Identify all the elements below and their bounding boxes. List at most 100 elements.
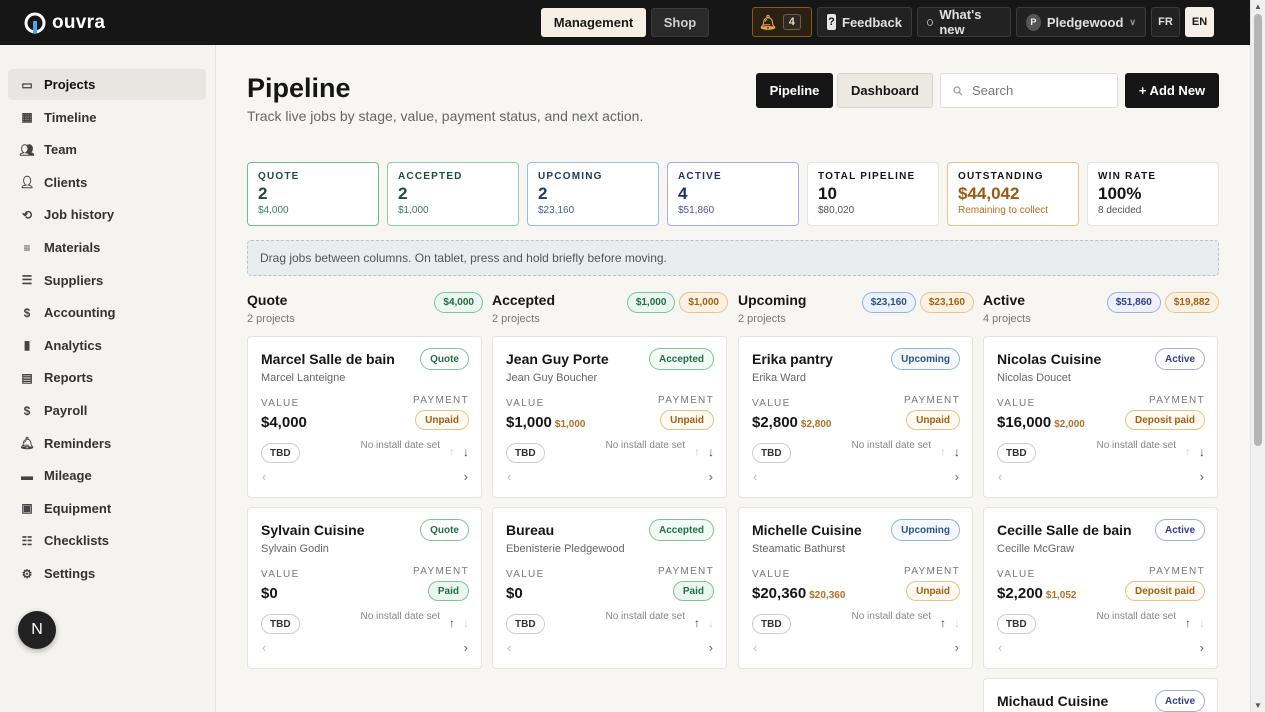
arrow-down-icon[interactable]: ↓ xyxy=(954,445,960,459)
sidebar-item-timeline[interactable]: ▦ Timeline xyxy=(8,102,206,133)
arrow-down-icon[interactable]: ↓ xyxy=(1199,616,1205,630)
arrow-down-icon[interactable]: ↓ xyxy=(954,616,960,630)
chevron-left-icon[interactable]: ‹ xyxy=(262,640,266,655)
job-card[interactable]: Bureau Accepted Ebenisterie Pledgewood VALU… xyxy=(492,507,727,669)
chevron-left-icon[interactable]: ‹ xyxy=(262,469,266,484)
arrow-down-icon[interactable]: ↓ xyxy=(463,445,469,459)
arrow-up-icon[interactable]: ↑ xyxy=(1185,445,1191,459)
user-avatar-button[interactable]: N xyxy=(18,611,56,649)
arrow-up-icon[interactable]: ↑ xyxy=(694,616,700,630)
job-card[interactable]: Jean Guy Porte Accepted Jean Guy Boucher VA… xyxy=(492,336,727,498)
sidebar-item-equipment[interactable]: ▣ Equipment xyxy=(8,493,206,524)
search-input[interactable]: Search xyxy=(940,73,1118,108)
sidebar-item-mileage[interactable]: ▬ Mileage xyxy=(8,460,206,491)
chevron-right-icon[interactable]: › xyxy=(709,640,713,655)
scrollbar-thumb[interactable] xyxy=(1254,14,1262,446)
payment-status-badge[interactable]: Deposit paid xyxy=(1124,410,1205,430)
chevron-right-icon[interactable]: › xyxy=(955,640,959,655)
job-card[interactable]: Sylvain Cuisine Quote Sylvain Godin VALUE PA… xyxy=(247,507,482,669)
install-date-tbd-badge[interactable]: TBD xyxy=(506,443,545,463)
job-card[interactable]: Michelle Cuisine Upcoming Steamatic Bathur… xyxy=(738,507,973,669)
sidebar-item-analytics[interactable]: ▮ Analytics xyxy=(8,330,206,361)
stat-card-total-pipeline[interactable]: TOTAL PIPELINE 10 $80,020 xyxy=(807,162,939,226)
management-tab[interactable]: Management xyxy=(541,8,646,37)
install-date-tbd-badge[interactable]: TBD xyxy=(997,614,1036,634)
sidebar-item-accounting[interactable]: $ Accounting xyxy=(8,297,206,328)
install-date-tbd-badge[interactable]: TBD xyxy=(752,614,791,634)
stat-card-upcoming[interactable]: UPCOMING 2 $23,160 xyxy=(527,162,659,226)
sidebar-item-materials[interactable]: ≡ Materials xyxy=(8,232,206,263)
lang-en-button[interactable]: EN xyxy=(1185,7,1214,37)
job-outstanding-amount: $20,360 xyxy=(809,590,846,601)
org-switcher[interactable]: P Pledgewood ∨ xyxy=(1016,7,1146,37)
sidebar-item-payroll[interactable]: $ Payroll xyxy=(8,395,206,426)
chevron-left-icon[interactable]: ‹ xyxy=(753,469,757,484)
sidebar-item-checklists[interactable]: ☷ Checklists xyxy=(8,525,206,556)
chevron-right-icon[interactable]: › xyxy=(1200,640,1204,655)
chevron-right-icon[interactable]: › xyxy=(955,469,959,484)
install-date-tbd-badge[interactable]: TBD xyxy=(752,443,791,463)
stat-card-quote[interactable]: QUOTE 2 $4,000 xyxy=(247,162,379,226)
sidebar-item-team[interactable]: 👥︎ Team xyxy=(8,134,206,165)
job-card[interactable]: Cecille Salle de bain Active Cecille McGra… xyxy=(983,507,1218,669)
install-date-tbd-badge[interactable]: TBD xyxy=(261,614,300,634)
brand-logo[interactable]: ouvra xyxy=(24,12,105,34)
arrow-up-icon[interactable]: ↑ xyxy=(449,616,455,630)
payment-status-badge[interactable]: Unpaid xyxy=(660,410,714,430)
payment-status-badge[interactable]: Paid xyxy=(672,581,714,601)
install-date-tbd-badge[interactable]: TBD xyxy=(997,443,1036,463)
arrow-down-icon[interactable]: ↓ xyxy=(708,445,714,459)
payment-status-badge[interactable]: Unpaid xyxy=(906,581,960,601)
sidebar-item-job-history[interactable]: ⟲ Job history xyxy=(8,199,206,230)
chevron-left-icon[interactable]: ‹ xyxy=(998,640,1002,655)
stat-card-outstanding[interactable]: OUTSTANDING $44,042 Remaining to collect xyxy=(947,162,1079,226)
job-card[interactable]: Erika pantry Upcoming Erika Ward VALUE PAYME… xyxy=(738,336,973,498)
chevron-right-icon[interactable]: › xyxy=(464,469,468,484)
arrow-up-icon[interactable]: ↑ xyxy=(449,445,455,459)
arrow-down-icon[interactable]: ↓ xyxy=(1199,445,1205,459)
sidebar-item-suppliers[interactable]: ☰ Suppliers xyxy=(8,265,206,296)
shop-tab[interactable]: Shop xyxy=(651,8,709,37)
sidebar-item-settings[interactable]: ⚙ Settings xyxy=(8,558,206,589)
stat-card-active[interactable]: ACTIVE 4 $51,860 xyxy=(667,162,799,226)
job-value-amount: $20,360 xyxy=(752,585,807,602)
sidebar-item-reports[interactable]: ▤ Reports xyxy=(8,362,206,393)
vertical-scrollbar[interactable]: ▲ ▼ xyxy=(1250,0,1265,712)
job-card[interactable]: Michaud Cuisine Active xyxy=(983,678,1218,712)
chevron-left-icon[interactable]: ‹ xyxy=(998,469,1002,484)
stat-card-win-rate[interactable]: WIN RATE 100% 8 decided xyxy=(1087,162,1219,226)
chevron-left-icon[interactable]: ‹ xyxy=(507,640,511,655)
arrow-up-icon[interactable]: ↑ xyxy=(694,445,700,459)
stat-card-accepted[interactable]: ACCEPTED 2 $1,000 xyxy=(387,162,519,226)
arrow-down-icon[interactable]: ↓ xyxy=(708,616,714,630)
dashboard-view-button[interactable]: Dashboard xyxy=(837,73,933,108)
payment-status-badge[interactable]: Unpaid xyxy=(415,410,469,430)
sidebar-item-projects[interactable]: ▭ Projects xyxy=(8,69,206,100)
job-card[interactable]: Marcel Salle de bain Quote Marcel Lanteign… xyxy=(247,336,482,498)
install-date-tbd-badge[interactable]: TBD xyxy=(506,614,545,634)
arrow-up-icon[interactable]: ↑ xyxy=(1185,616,1191,630)
feedback-button[interactable]: ? Feedback xyxy=(817,7,912,37)
sidebar-item-clients[interactable]: 👤︎ Clients xyxy=(8,167,206,198)
arrow-up-icon[interactable]: ↑ xyxy=(940,616,946,630)
pipeline-view-button[interactable]: Pipeline xyxy=(756,73,833,108)
scroll-up-icon[interactable]: ▲ xyxy=(1254,2,1262,11)
scroll-down-icon[interactable]: ▼ xyxy=(1254,701,1262,710)
chevron-right-icon[interactable]: › xyxy=(464,640,468,655)
add-new-button[interactable]: + Add New xyxy=(1125,73,1219,108)
lang-fr-button[interactable]: FR xyxy=(1151,7,1180,37)
arrow-down-icon[interactable]: ↓ xyxy=(463,616,469,630)
job-card[interactable]: Nicolas Cuisine Active Nicolas Doucet VALUE… xyxy=(983,336,1218,498)
install-date-tbd-badge[interactable]: TBD xyxy=(261,443,300,463)
payment-status-badge[interactable]: Deposit paid xyxy=(1124,581,1205,601)
notifications-button[interactable]: 🔔︎ 4 xyxy=(752,7,812,37)
arrow-up-icon[interactable]: ↑ xyxy=(940,445,946,459)
chevron-left-icon[interactable]: ‹ xyxy=(507,469,511,484)
whats-new-button[interactable]: What's new xyxy=(917,7,1011,37)
chevron-right-icon[interactable]: › xyxy=(1200,469,1204,484)
chevron-right-icon[interactable]: › xyxy=(709,469,713,484)
payment-status-badge[interactable]: Unpaid xyxy=(906,410,960,430)
payment-status-badge[interactable]: Paid xyxy=(427,581,469,601)
chevron-left-icon[interactable]: ‹ xyxy=(753,640,757,655)
sidebar-item-reminders[interactable]: 🔔︎ Reminders xyxy=(8,428,206,459)
